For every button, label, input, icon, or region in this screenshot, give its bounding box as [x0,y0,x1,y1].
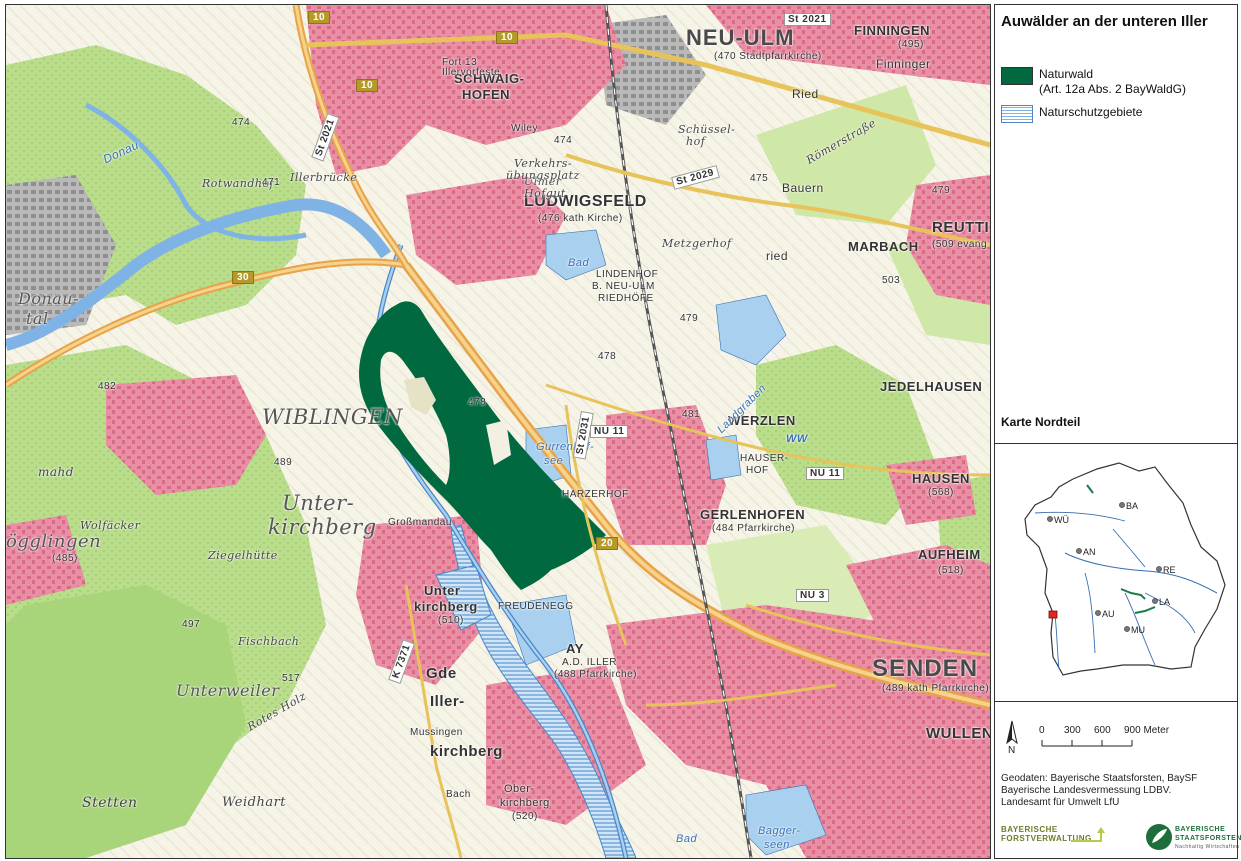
logo-text: STAATSFORSTEN [1175,835,1241,842]
city-dot [1119,502,1125,508]
credit-line: Landesamt für Umwelt LfU [1001,797,1120,808]
city-dot [1156,566,1162,572]
scale-bar [1041,740,1133,747]
scale-tick: 600 [1094,725,1111,736]
map-svg[interactable] [6,5,990,858]
inset-city-label: LA [1159,597,1170,607]
credit-line: Bayerische Landesvermessung LDBV. [1001,785,1172,796]
inset-map[interactable]: BA WÜ AN RE LA AU MU [995,443,1237,701]
inset-city-label: AN [1083,547,1096,557]
city-dot [1124,626,1130,632]
credit-line: Geodaten: Bayerische Staatsforsten, BayS… [1001,773,1198,784]
legend-label: Naturschutzgebiete [1039,105,1143,119]
staatsforsten-leaf-icon [1146,824,1172,850]
legend-label: Naturwald [1039,67,1094,81]
forestry-swoosh-icon [1071,827,1105,842]
location-marker [1048,610,1058,619]
inset-city-label: BA [1126,501,1138,511]
legend-panel: Auwälder an der unteren Iller Naturwald … [994,4,1241,859]
naturschutz-swatch [1001,105,1033,123]
north-label: N [1008,745,1016,756]
legend-box: Auwälder an der unteren Iller Naturwald … [995,5,1237,444]
inset-city-label: RE [1163,565,1176,575]
bayerische-staatsforsten-logo: BAYERISCHE STAATSFORSTEN Nachhaltig Wirt… [1145,821,1241,857]
legend-item-naturschutzgebiete[interactable]: Naturschutzgebiete [1001,105,1142,123]
legend-title: Auwälder an der unteren Iller [1001,13,1208,30]
sheet-label: Karte Nordteil [1001,415,1081,429]
legend-text: Naturschutzgebiete [1039,105,1142,120]
naturwald-swatch [1001,67,1033,85]
scale-tick: 300 [1064,725,1081,736]
scale-tick: 0 [1039,725,1045,736]
staatsforsten-text: BAYERISCHE STAATSFORSTEN Nachhaltig Wirt… [1175,825,1241,852]
logo-text: BAYERISCHE [1175,826,1226,833]
inset-city-label: AU [1102,609,1115,619]
logo-tagline: Nachhaltig Wirtschaften [1175,844,1240,850]
inset-city-label: MU [1131,625,1145,635]
legend-item-naturwald[interactable]: Naturwald (Art. 12a Abs. 2 BayWaldG) [1001,67,1186,97]
inset-city-label: WÜ [1054,515,1069,525]
bayerische-forstverwaltung-logo: BAYERISCHE FORSTVERWALTUNG [1001,825,1121,855]
legend-text: Naturwald (Art. 12a Abs. 2 BayWaldG) [1039,67,1186,97]
map-canvas[interactable]: NEU-ULM (470 Stadtpfarrkirche) FINNINGEN… [5,4,991,859]
city-dot [1095,610,1101,616]
inset-box: BA WÜ AN RE LA AU MU [995,443,1237,702]
city-dot [1076,548,1082,554]
city-dot [1047,516,1053,522]
legend-sublabel: (Art. 12a Abs. 2 BayWaldG) [1039,82,1186,96]
data-credits: Geodaten: Bayerische Staatsforsten, BayS… [1001,773,1197,809]
city-dot [1152,598,1158,604]
scale-tick: 900 Meter [1124,725,1170,736]
